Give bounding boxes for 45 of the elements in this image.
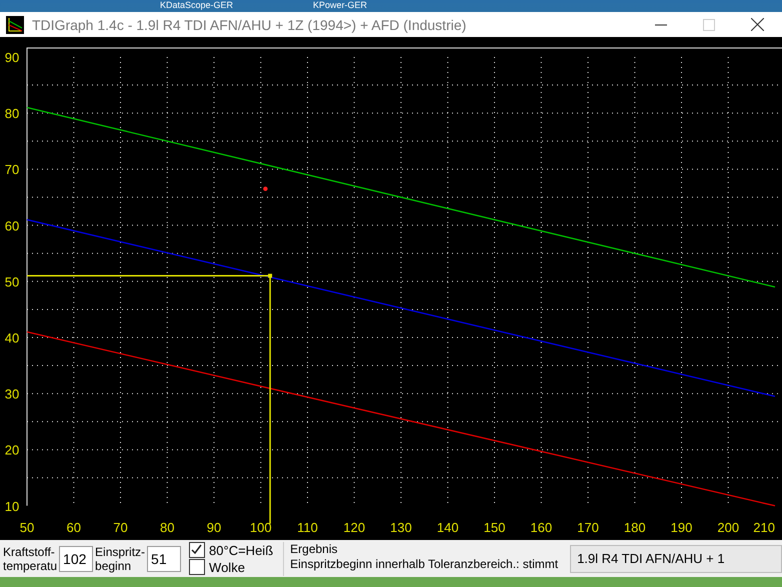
x-tick-label: 80: [160, 520, 174, 535]
desktop-icon-label[interactable]: KPower-GER: [313, 0, 368, 12]
x-tick-label: 110: [297, 520, 318, 535]
checkbox-label: 80°C=Heiß: [209, 542, 274, 558]
field-label: Kraftstoff-: [3, 544, 56, 558]
y-tick-label: 30: [4, 386, 20, 402]
x-tick-label: 170: [577, 520, 599, 535]
result-text: Einspritzbeginn innerhalb Toleranzbereich.: stimmt: [290, 556, 558, 572]
x-tick-label: 180: [624, 520, 646, 535]
engine-dropdown[interactable]: 1.9l R4 TDI AFN/AHU + 1: [570, 544, 782, 572]
y-tick-label: 80: [4, 106, 20, 122]
y-tick-label: 20: [4, 442, 20, 458]
y-tick-label: 60: [4, 218, 20, 234]
desktop-icon-label[interactable]: KDataScope-GER: [160, 0, 234, 12]
y-tick-label: 70: [4, 162, 20, 178]
field-label: Einspritz-: [95, 544, 146, 558]
y-tick-label: 90: [4, 50, 20, 65]
x-tick-label: 90: [206, 520, 222, 535]
x-tick-label: 210: [753, 520, 775, 535]
close-icon[interactable]: [751, 18, 764, 31]
checkbox[interactable]: [189, 559, 206, 575]
injection-input[interactable]: 51: [147, 546, 182, 572]
x-tick-label: 200: [717, 520, 740, 535]
x-tick-label: 150: [484, 520, 506, 535]
measurement-dot: [263, 186, 268, 192]
y-tick-label: 40: [4, 330, 20, 346]
window-title: TDIGraph 1.4c - 1.9l R4 TDI AFN/AHU + 1Z (1994>) + AFD (Industrie): [32, 16, 468, 32]
group-title: Ergebnis: [290, 542, 339, 556]
field-label: beginn: [95, 558, 132, 572]
y-tick-label: 50: [4, 274, 20, 290]
checkbox[interactable]: [189, 542, 206, 558]
x-tick-label: 190: [670, 520, 692, 535]
temperature-input[interactable]: 102: [59, 546, 94, 572]
x-tick-label: 60: [66, 520, 81, 535]
x-tick-label: 100: [250, 520, 272, 535]
checkbox-label: Wolke: [209, 560, 245, 574]
chart-icon: [6, 16, 24, 34]
x-tick-label: 130: [390, 520, 412, 535]
field-label: temperatu: [3, 558, 58, 572]
y-tick-label: 10: [4, 498, 20, 514]
x-tick-label: 120: [343, 520, 366, 535]
x-tick-label: 70: [113, 520, 128, 535]
x-tick-label: 50: [20, 520, 34, 535]
x-tick-label: 140: [436, 520, 459, 535]
x-tick-label: 160: [530, 520, 552, 535]
